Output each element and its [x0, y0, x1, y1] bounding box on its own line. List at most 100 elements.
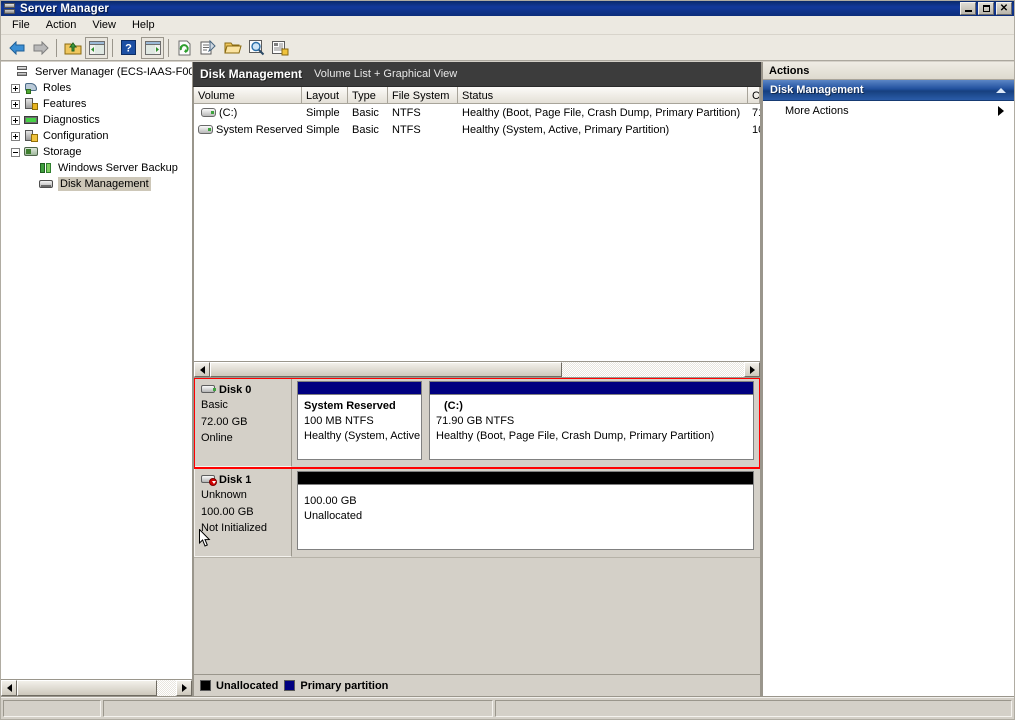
status-bar [1, 697, 1014, 719]
partition-status: Healthy (System, Active [304, 430, 421, 442]
backup-icon [39, 161, 55, 175]
volume-list-horizontal-scrollbar[interactable] [194, 361, 760, 377]
partition-size: 100.00 GB [304, 495, 357, 507]
cell-volume: System Reserved [216, 123, 302, 136]
actions-group-disk-management[interactable]: Disk Management [763, 80, 1014, 101]
disk-row-disk-0[interactable]: Disk 0 Basic 72.00 GB Online System Rese… [194, 378, 760, 469]
configuration-icon [24, 129, 40, 143]
sidebar-item-diagnostics[interactable]: Diagnostics [1, 112, 192, 128]
menu-view[interactable]: View [84, 17, 124, 34]
expander-configuration[interactable] [11, 131, 20, 141]
roles-icon [24, 81, 40, 95]
back-icon[interactable] [5, 37, 28, 59]
window-controls: ✕ [960, 2, 1012, 15]
sidebar-item-label: Windows Server Backup [58, 162, 178, 174]
tree-root-server-manager[interactable]: Server Manager (ECS-IAAS-F00373 [1, 64, 192, 80]
scroll-track[interactable] [17, 680, 176, 696]
menu-help[interactable]: Help [124, 17, 163, 34]
disk-info-disk-1[interactable]: Disk 1 Unknown 100.00 GB Not Initialized [194, 468, 292, 557]
tree-horizontal-scrollbar[interactable] [1, 679, 192, 696]
console-tree-pane: Server Manager (ECS-IAAS-F00373 Roles Fe… [1, 62, 193, 697]
sidebar-item-disk-management[interactable]: Disk Management [1, 176, 192, 192]
sidebar-item-storage[interactable]: Storage [1, 144, 192, 160]
sidebar-item-label: Storage [43, 146, 82, 158]
open-folder-icon[interactable] [221, 37, 244, 59]
features-icon [24, 97, 40, 111]
scroll-left-button[interactable] [1, 680, 17, 696]
table-row[interactable]: (C:) Simple Basic NTFS Healthy (Boot, Pa… [194, 104, 760, 121]
sidebar-item-configuration[interactable]: Configuration [1, 128, 192, 144]
sidebar-item-roles[interactable]: Roles [1, 80, 192, 96]
cell-type: Basic [352, 123, 379, 136]
show-hide-console-tree-icon[interactable] [85, 36, 108, 59]
sidebar-item-features[interactable]: Features [1, 96, 192, 112]
disk-management-header: Disk Management Volume List + Graphical … [193, 62, 761, 87]
volume-list-header: Volume Layout Type File System Status Ca… [194, 87, 760, 104]
scroll-track[interactable] [210, 362, 744, 377]
cell-status: Healthy (System, Active, Primary Partiti… [462, 123, 670, 136]
scroll-right-button[interactable] [176, 680, 192, 696]
cell-status: Healthy (Boot, Page File, Crash Dump, Pr… [462, 106, 741, 119]
chevron-up-icon[interactable] [996, 87, 1006, 93]
forward-icon[interactable] [29, 37, 52, 59]
expander-features[interactable] [11, 99, 20, 109]
partition-band [297, 381, 422, 394]
column-header-status[interactable]: Status [458, 87, 748, 103]
toolbar: ? [1, 35, 1014, 61]
svg-text:?: ? [125, 43, 132, 55]
help-icon[interactable]: ? [117, 37, 140, 59]
cell-file-system: NTFS [392, 106, 421, 119]
minimize-button[interactable] [960, 2, 976, 15]
partition-status: Unallocated [304, 510, 363, 522]
scroll-right-button[interactable] [744, 362, 760, 377]
disk-management-pane: Disk Management Volume List + Graphical … [193, 62, 762, 697]
actions-header: Actions [763, 62, 1014, 80]
show-hide-action-pane-icon[interactable] [141, 36, 164, 59]
column-header-type[interactable]: Type [348, 87, 388, 103]
search-icon[interactable] [245, 37, 268, 59]
disk-management-icon [39, 177, 55, 191]
disk-state: Online [201, 432, 233, 444]
partition-c-drive[interactable]: (C:) 71.90 GB NTFS Healthy (Boot, Page F… [427, 381, 756, 462]
menu-bar: File Action View Help [1, 16, 1014, 35]
refresh-icon[interactable] [173, 37, 196, 59]
scroll-thumb[interactable] [17, 680, 157, 696]
scroll-left-button[interactable] [194, 362, 210, 377]
chevron-right-icon [998, 106, 1004, 116]
disk-icon [201, 384, 217, 396]
window-title: Server Manager [20, 2, 110, 15]
properties-icon[interactable] [197, 37, 220, 59]
column-header-layout[interactable]: Layout [302, 87, 348, 103]
column-header-capacity[interactable]: Cap [748, 87, 760, 103]
restore-button[interactable] [978, 2, 994, 15]
sidebar-item-windows-server-backup[interactable]: Windows Server Backup [1, 160, 192, 176]
export-list-icon[interactable] [269, 37, 292, 59]
scroll-thumb[interactable] [210, 362, 563, 377]
table-row[interactable]: System Reserved Simple Basic NTFS Health… [194, 121, 760, 138]
action-more-actions[interactable]: More Actions [763, 101, 1014, 121]
disk-row-disk-1[interactable]: Disk 1 Unknown 100.00 GB Not Initialized… [194, 468, 760, 558]
close-button[interactable]: ✕ [996, 2, 1012, 15]
disk-state: Not Initialized [201, 522, 268, 534]
up-folder-icon[interactable] [61, 37, 84, 59]
expander-roles[interactable] [11, 83, 20, 93]
disk-0-partitions: System Reserved 100 MB NTFS Healthy (Sys… [292, 378, 760, 467]
action-label: More Actions [785, 105, 849, 117]
column-header-volume[interactable]: Volume [194, 87, 302, 103]
legend-label: Primary partition [300, 679, 389, 692]
volume-list: Volume Layout Type File System Status Ca… [193, 87, 761, 378]
cell-capacity: 100 [752, 123, 760, 136]
menu-action[interactable]: Action [38, 17, 85, 34]
expander-diagnostics[interactable] [11, 115, 20, 125]
partition-unallocated[interactable]: 100.00 GB Unallocated [295, 471, 756, 552]
drive-icon [198, 124, 213, 135]
partition-system-reserved[interactable]: System Reserved 100 MB NTFS Healthy (Sys… [295, 381, 424, 462]
expander-storage[interactable] [11, 147, 20, 157]
legend-swatch-unallocated [200, 680, 211, 691]
menu-file[interactable]: File [4, 17, 38, 34]
column-header-file-system[interactable]: File System [388, 87, 458, 103]
legend: Unallocated Primary partition [193, 675, 761, 697]
partition-band [429, 381, 754, 394]
partition-title: System Reserved [304, 400, 396, 412]
disk-info-disk-0[interactable]: Disk 0 Basic 72.00 GB Online [194, 378, 292, 467]
